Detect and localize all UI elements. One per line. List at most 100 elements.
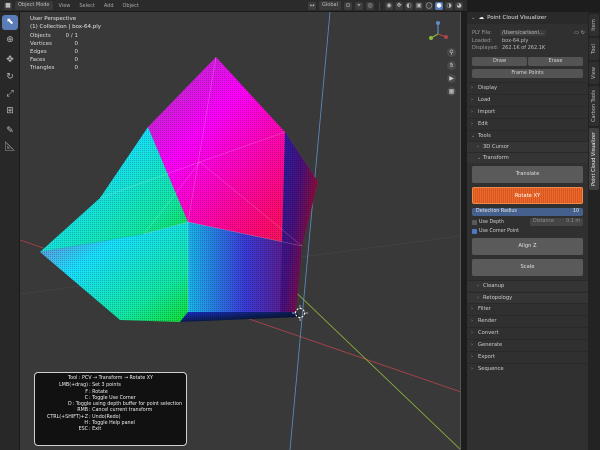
section-label: Generate xyxy=(478,342,503,348)
rotate-icon[interactable]: ↻ xyxy=(2,70,18,85)
zoom-icon[interactable]: ⚲ xyxy=(447,48,456,57)
measure-icon[interactable]: 📐︎ xyxy=(2,140,18,155)
section-sequence[interactable]: › Sequence xyxy=(467,363,588,374)
section-display[interactable]: › Display xyxy=(467,82,588,93)
tab-carbon-tools[interactable]: Carbon Tools xyxy=(589,86,599,126)
transform-orientation-dropdown[interactable]: Global xyxy=(319,1,341,10)
displayed-value: 262.1K of 262.1K xyxy=(502,44,546,51)
tab-label: View xyxy=(591,67,597,79)
material-icon[interactable]: ◑ xyxy=(445,1,453,10)
section-label: Import xyxy=(478,109,496,115)
section-label: Sequence xyxy=(478,366,504,372)
chevron-right-icon: › xyxy=(471,318,473,324)
annotate-icon[interactable]: ✎ xyxy=(2,124,18,139)
section-render[interactable]: › Render xyxy=(467,315,588,326)
section-import[interactable]: › Import xyxy=(467,106,588,117)
help-title: Tool : PCV → Transform → Rotate XY xyxy=(68,376,153,381)
stat-row: Vertices 0 xyxy=(30,40,78,48)
shading-controls: ◉ ✥ ◐ ▣ ◯ ● ◑ ◕ xyxy=(385,1,467,10)
stat-row: Faces 0 xyxy=(30,56,78,64)
subsection-transform[interactable]: ⌄ Transform xyxy=(467,152,588,163)
select-box-icon[interactable]: ⬉ xyxy=(2,15,18,30)
menu-add[interactable]: Add xyxy=(101,3,117,9)
panel-title-row[interactable]: ⌄ ☁ Point Cloud Visualizer xyxy=(467,12,588,24)
overlay-icon[interactable]: ◐ xyxy=(405,1,413,10)
transform-icon[interactable]: ⊞ xyxy=(2,104,18,119)
grid-view-icon[interactable]: ▦ xyxy=(447,87,456,96)
ply-path-field[interactable]: /Users/carlsonl... xyxy=(500,29,546,36)
scale-button[interactable]: Scale xyxy=(472,259,583,276)
help-desc: : Exit xyxy=(89,427,102,433)
section-label: Cleanup xyxy=(483,283,505,289)
orientation-icon[interactable]: ↔ xyxy=(308,1,317,10)
chevron-right-icon: › xyxy=(471,121,473,127)
stat-label: Objects xyxy=(30,33,51,39)
scale-icon[interactable]: ⤢ xyxy=(2,87,18,102)
section-label: Tools xyxy=(478,133,491,139)
align-z-button[interactable]: Align Z xyxy=(472,238,583,255)
section-tools[interactable]: ⌄ Tools xyxy=(467,130,588,141)
distance-field[interactable]: Distance 0.1 m xyxy=(530,218,583,226)
translate-button[interactable]: Translate xyxy=(472,166,583,183)
section-edit[interactable]: › Edit xyxy=(467,118,588,129)
tab-tool[interactable]: Tool xyxy=(589,38,599,60)
stat-value: 0 xyxy=(74,49,79,55)
section-generate[interactable]: › Generate xyxy=(467,339,588,350)
point-texture xyxy=(40,57,318,322)
folder-icon[interactable]: ▭ xyxy=(574,30,579,36)
stat-label: Triangles xyxy=(30,65,55,71)
pan-hand-icon[interactable]: ✋︎ xyxy=(447,61,456,70)
section-filter[interactable]: › Filter xyxy=(467,303,588,314)
point-cloud xyxy=(40,56,318,322)
tab-label: Tool xyxy=(591,44,597,54)
tab-label: Carbon Tools xyxy=(591,90,597,122)
draw-button[interactable]: Draw xyxy=(472,57,527,66)
erase-button[interactable]: Erase xyxy=(528,57,583,66)
mode-dropdown[interactable]: Object Mode xyxy=(15,1,53,10)
panel-header: ⌄ ☁ Point Cloud Visualizer xyxy=(467,12,588,24)
snap-icon[interactable]: ⌖ xyxy=(355,1,363,10)
tab-item[interactable]: Item xyxy=(589,14,599,36)
displayed-row: Displayed: 262.1K of 262.1K xyxy=(472,44,585,51)
chevron-right-icon: › xyxy=(471,306,473,312)
subsection-retopology[interactable]: › Retopology xyxy=(467,292,588,303)
tab-point-cloud-visualizer[interactable]: Point Cloud Visualizer xyxy=(589,128,599,190)
stat-value: 0 xyxy=(74,57,79,63)
detection-radius-field[interactable]: Detection Radius 10 xyxy=(472,208,583,216)
stat-row: Edges 0 xyxy=(30,48,78,56)
solid-icon[interactable]: ● xyxy=(435,1,443,10)
frame-points-button[interactable]: Frame Points xyxy=(472,69,583,78)
sidebar-panel: ⌄ ☁ Point Cloud Visualizer PLY File: /Us… xyxy=(467,12,588,450)
section-convert[interactable]: › Convert xyxy=(467,327,588,338)
section-export[interactable]: › Export xyxy=(467,351,588,362)
move-icon[interactable]: ✥ xyxy=(2,53,18,68)
rendered-icon[interactable]: ◕ xyxy=(455,1,463,10)
chevron-down-icon: ⌄ xyxy=(477,155,482,161)
xray-icon[interactable]: ▣ xyxy=(415,1,423,10)
rotate-xy-button[interactable]: Rotate XY xyxy=(472,187,583,204)
tab-view[interactable]: View xyxy=(589,62,599,84)
help-line: ESC: Exit xyxy=(39,427,182,433)
section-load[interactable]: › Load xyxy=(467,94,588,105)
menu-select[interactable]: Select xyxy=(76,3,97,9)
cube-icon[interactable]: ■ xyxy=(4,1,12,10)
reload-icon[interactable]: ↻ xyxy=(581,30,585,36)
visibility-icon[interactable]: ◉ xyxy=(385,1,393,10)
gizmo-icon[interactable]: ✥ xyxy=(395,1,403,10)
subsection-cleanup[interactable]: › Cleanup xyxy=(467,280,588,291)
subsection-3d-cursor[interactable]: › 3D Cursor xyxy=(467,141,588,152)
menu-object[interactable]: Object xyxy=(120,3,142,9)
cursor-icon[interactable]: ⊕ xyxy=(2,33,18,48)
proportional-icon[interactable]: ◎ xyxy=(366,1,374,10)
pivot-icon[interactable]: ⊙ xyxy=(344,1,352,10)
menu-view[interactable]: View xyxy=(56,3,74,9)
use-depth-checkbox[interactable]: Use Depth xyxy=(472,218,504,226)
chevron-right-icon: › xyxy=(471,366,473,372)
camera-icon[interactable]: ▶ xyxy=(447,74,456,83)
help-key: ESC xyxy=(78,427,88,433)
chevron-right-icon: › xyxy=(477,283,479,289)
use-corner-checkbox[interactable]: Use Corner Point xyxy=(472,227,519,235)
3d-viewport[interactable]: User Perspective (1) Collection | box-64… xyxy=(20,12,461,450)
navigation-gizmo[interactable] xyxy=(428,20,448,44)
wireframe-icon[interactable]: ◯ xyxy=(425,1,433,10)
